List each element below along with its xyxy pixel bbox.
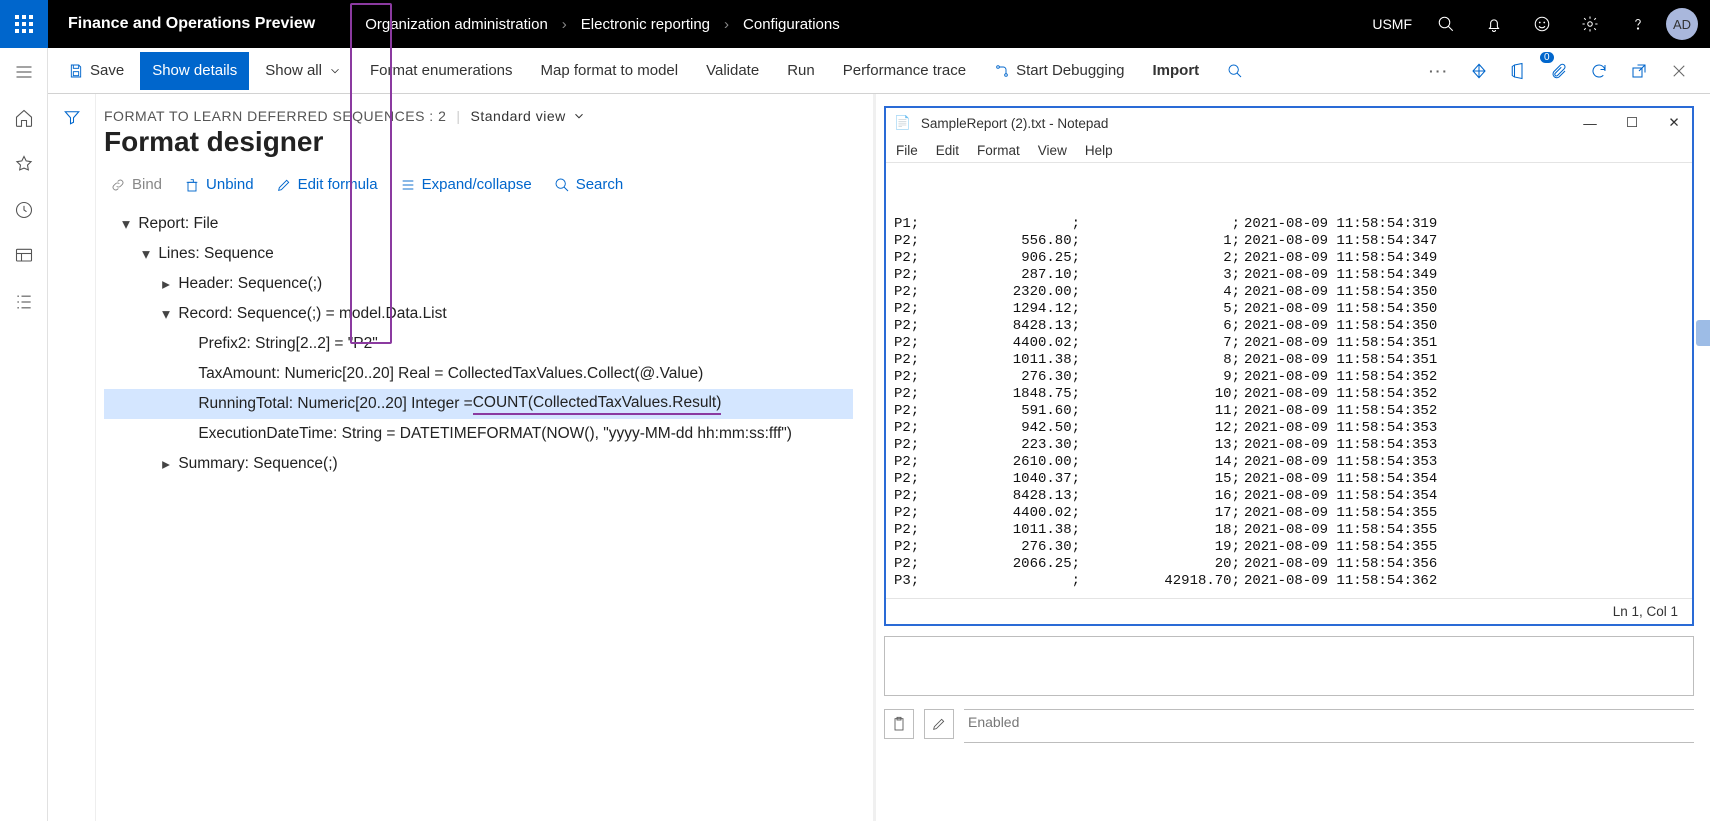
- show-all-button[interactable]: Show all: [253, 54, 354, 88]
- recent-icon[interactable]: [12, 198, 36, 222]
- navigation-rail: [0, 48, 48, 821]
- crumb-2[interactable]: Electronic reporting: [581, 16, 710, 33]
- close-icon[interactable]: [1664, 56, 1694, 86]
- notepad-titlebar[interactable]: 📄 SampleReport (2).txt - Notepad — ☐ ✕: [886, 108, 1692, 138]
- app-launcher-icon[interactable]: [0, 0, 48, 48]
- badge-count: 0: [1540, 52, 1554, 63]
- tree-node-header[interactable]: ▸ Header: Sequence(;): [104, 269, 853, 299]
- format-tree: ▾ Report: File ▾ Lines: Sequence ▸ Heade…: [104, 209, 853, 479]
- side-tab[interactable]: [1696, 320, 1710, 346]
- map-format-button[interactable]: Map format to model: [529, 54, 691, 88]
- text-area[interactable]: [884, 636, 1694, 696]
- chevron-right-icon: ›: [724, 16, 729, 33]
- expand-icon[interactable]: ▸: [158, 275, 174, 294]
- format-enumerations-button[interactable]: Format enumerations: [358, 54, 525, 88]
- performance-trace-button[interactable]: Performance trace: [831, 54, 978, 88]
- menu-file[interactable]: File: [896, 143, 918, 158]
- breadcrumb: Organization administration › Electronic…: [365, 16, 840, 33]
- menu-icon[interactable]: [12, 60, 36, 84]
- crumb-3[interactable]: Configurations: [743, 16, 840, 33]
- bell-icon[interactable]: [1474, 0, 1514, 48]
- edit-formula-button[interactable]: Edit formula: [276, 176, 378, 193]
- right-pane: 📄 SampleReport (2).txt - Notepad — ☐ ✕ F…: [876, 94, 1710, 821]
- save-button[interactable]: Save: [56, 54, 136, 88]
- star-icon[interactable]: [12, 152, 36, 176]
- expand-icon[interactable]: ▸: [158, 455, 174, 474]
- maximize-icon[interactable]: ☐: [1622, 115, 1642, 131]
- refresh-icon[interactable]: [1584, 56, 1614, 86]
- filter-icon[interactable]: [63, 108, 81, 821]
- search-icon[interactable]: [1426, 0, 1466, 48]
- collapse-icon[interactable]: ▾: [158, 305, 174, 324]
- collapse-icon[interactable]: ▾: [118, 215, 134, 234]
- notepad-window: 📄 SampleReport (2).txt - Notepad — ☐ ✕ F…: [884, 106, 1694, 626]
- menu-view[interactable]: View: [1038, 143, 1067, 158]
- run-button[interactable]: Run: [775, 54, 827, 88]
- save-label: Save: [90, 62, 124, 79]
- find-button[interactable]: [1215, 54, 1255, 88]
- diamond-icon[interactable]: [1464, 56, 1494, 86]
- notepad-body[interactable]: P1;;;2021-08-09 11:58:54:319P2;556.80;1;…: [886, 162, 1692, 598]
- attachments-icon[interactable]: 0: [1544, 56, 1574, 86]
- tree-node-taxamount[interactable]: TaxAmount: Numeric[20..20] Real = Collec…: [104, 359, 853, 389]
- office-icon[interactable]: [1504, 56, 1534, 86]
- toolbar: Bind Unbind Edit formula Expand/collapse…: [104, 176, 853, 193]
- collapse-icon[interactable]: ▾: [138, 245, 154, 264]
- crumb-1[interactable]: Organization administration: [365, 16, 548, 33]
- more-icon[interactable]: ···: [1424, 56, 1454, 86]
- tree-node-report[interactable]: ▾ Report: File: [104, 209, 853, 239]
- tree-node-executiondatetime[interactable]: ExecutionDateTime: String = DATETIMEFORM…: [104, 419, 853, 449]
- minimize-icon[interactable]: —: [1580, 116, 1600, 131]
- notepad-menu: File Edit Format View Help: [886, 138, 1692, 162]
- workspace-icon[interactable]: [12, 244, 36, 268]
- notepad-title: SampleReport (2).txt - Notepad: [921, 116, 1109, 131]
- menu-help[interactable]: Help: [1085, 143, 1113, 158]
- show-details-button[interactable]: Show details: [140, 52, 249, 90]
- unbind-button[interactable]: Unbind: [184, 176, 254, 193]
- left-pane: FORMAT TO LEARN DEFERRED SEQUENCES : 2 |…: [96, 94, 876, 821]
- notepad-status: Ln 1, Col 1: [886, 598, 1692, 624]
- gear-icon[interactable]: [1570, 0, 1610, 48]
- edit-icon[interactable]: [924, 709, 954, 739]
- close-icon[interactable]: ✕: [1664, 115, 1684, 131]
- topbar: Finance and Operations Preview Organizat…: [0, 0, 1710, 48]
- tree-node-summary[interactable]: ▸ Summary: Sequence(;): [104, 449, 853, 479]
- start-debugging-button[interactable]: Start Debugging: [982, 54, 1136, 88]
- popout-icon[interactable]: [1624, 56, 1654, 86]
- smile-icon[interactable]: [1522, 0, 1562, 48]
- chevron-right-icon: ›: [562, 16, 567, 33]
- menu-edit[interactable]: Edit: [936, 143, 959, 158]
- tree-node-record[interactable]: ▾ Record: Sequence(;) = model.Data.List: [104, 299, 853, 329]
- validate-button[interactable]: Validate: [694, 54, 771, 88]
- menu-format[interactable]: Format: [977, 143, 1020, 158]
- page-breadcrumb-text: FORMAT TO LEARN DEFERRED SEQUENCES : 2: [104, 108, 446, 124]
- action-bar: Save Show details Show all Format enumer…: [48, 48, 1710, 94]
- enabled-field[interactable]: Enabled: [964, 709, 1694, 739]
- actionbar-right: ··· 0: [1424, 56, 1702, 86]
- notepad-icon: 📄: [894, 115, 911, 131]
- avatar[interactable]: AD: [1666, 8, 1698, 40]
- help-icon[interactable]: [1618, 0, 1658, 48]
- expand-collapse-button[interactable]: Expand/collapse: [400, 176, 532, 193]
- company-label[interactable]: USMF: [1372, 16, 1412, 32]
- search-button[interactable]: Search: [554, 176, 624, 193]
- tree-node-lines[interactable]: ▾ Lines: Sequence: [104, 239, 853, 269]
- tree-node-runningtotal[interactable]: RunningTotal: Numeric[20..20] Integer = …: [104, 389, 853, 419]
- tree-node-prefix[interactable]: Prefix2: String[2..2] = "P2": [104, 329, 853, 359]
- brand-title: Finance and Operations Preview: [48, 15, 335, 33]
- import-button[interactable]: Import: [1141, 54, 1212, 88]
- topbar-right: USMF AD: [1372, 0, 1710, 48]
- home-icon[interactable]: [12, 106, 36, 130]
- bind-button[interactable]: Bind: [110, 176, 162, 193]
- view-selector[interactable]: Standard view: [471, 108, 586, 124]
- modules-icon[interactable]: [12, 290, 36, 314]
- page-title: Format designer: [104, 126, 853, 158]
- filter-column: [48, 94, 96, 821]
- page-breadcrumb: FORMAT TO LEARN DEFERRED SEQUENCES : 2 |…: [104, 108, 853, 124]
- clipboard-icon[interactable]: [884, 709, 914, 739]
